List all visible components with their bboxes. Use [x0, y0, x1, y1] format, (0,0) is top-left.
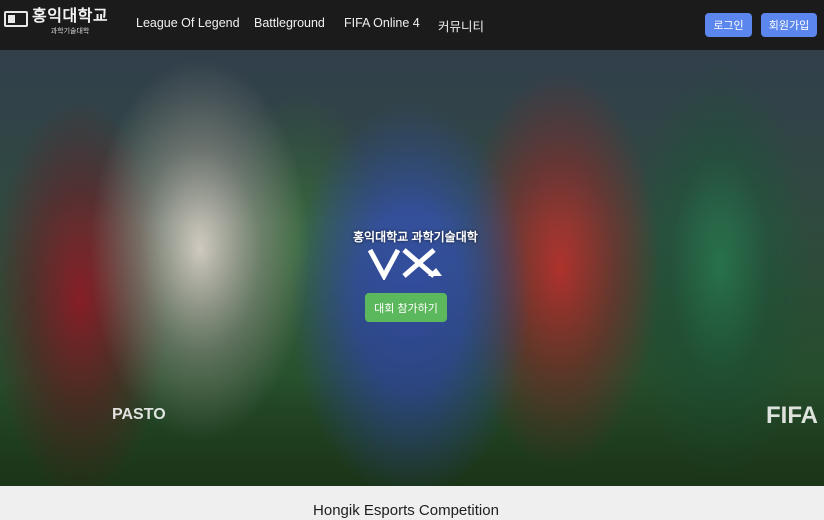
- hero-ad-board-left: PASTO: [112, 406, 166, 423]
- signup-button[interactable]: 회원가입: [761, 13, 817, 37]
- hero-banner: PASTO FIFA 홍익대학교 과학기술대학 대회 참가하기: [0, 50, 824, 486]
- join-competition-button[interactable]: 대회 참가하기: [365, 293, 447, 322]
- hero-title: 홍익대학교 과학기술대학: [353, 230, 478, 244]
- nav-item-community[interactable]: 커뮤니티: [438, 16, 484, 35]
- logo-icon: [4, 11, 28, 27]
- section-title: Hongik Esports Competition: [313, 502, 499, 519]
- vx-logo-icon: [368, 248, 442, 280]
- hero-ad-board-right: FIFA: [766, 402, 818, 429]
- nav-item-fifa-online-4[interactable]: FIFA Online 4: [344, 16, 420, 30]
- nav-item-battleground[interactable]: Battleground: [254, 16, 325, 30]
- nav-item-league-of-legend[interactable]: League Of Legend: [136, 16, 240, 30]
- logo-main-text: 홍익대학교: [32, 8, 109, 25]
- login-button[interactable]: 로그인: [705, 13, 752, 37]
- top-navbar: 홍익대학교 과학기술대학 League Of Legend Battlegrou…: [0, 0, 824, 50]
- logo-text: 홍익대학교 과학기술대학: [32, 8, 108, 36]
- site-logo[interactable]: 홍익대학교 과학기술대학: [4, 8, 108, 36]
- logo-sub-text: 과학기술대학: [50, 28, 90, 35]
